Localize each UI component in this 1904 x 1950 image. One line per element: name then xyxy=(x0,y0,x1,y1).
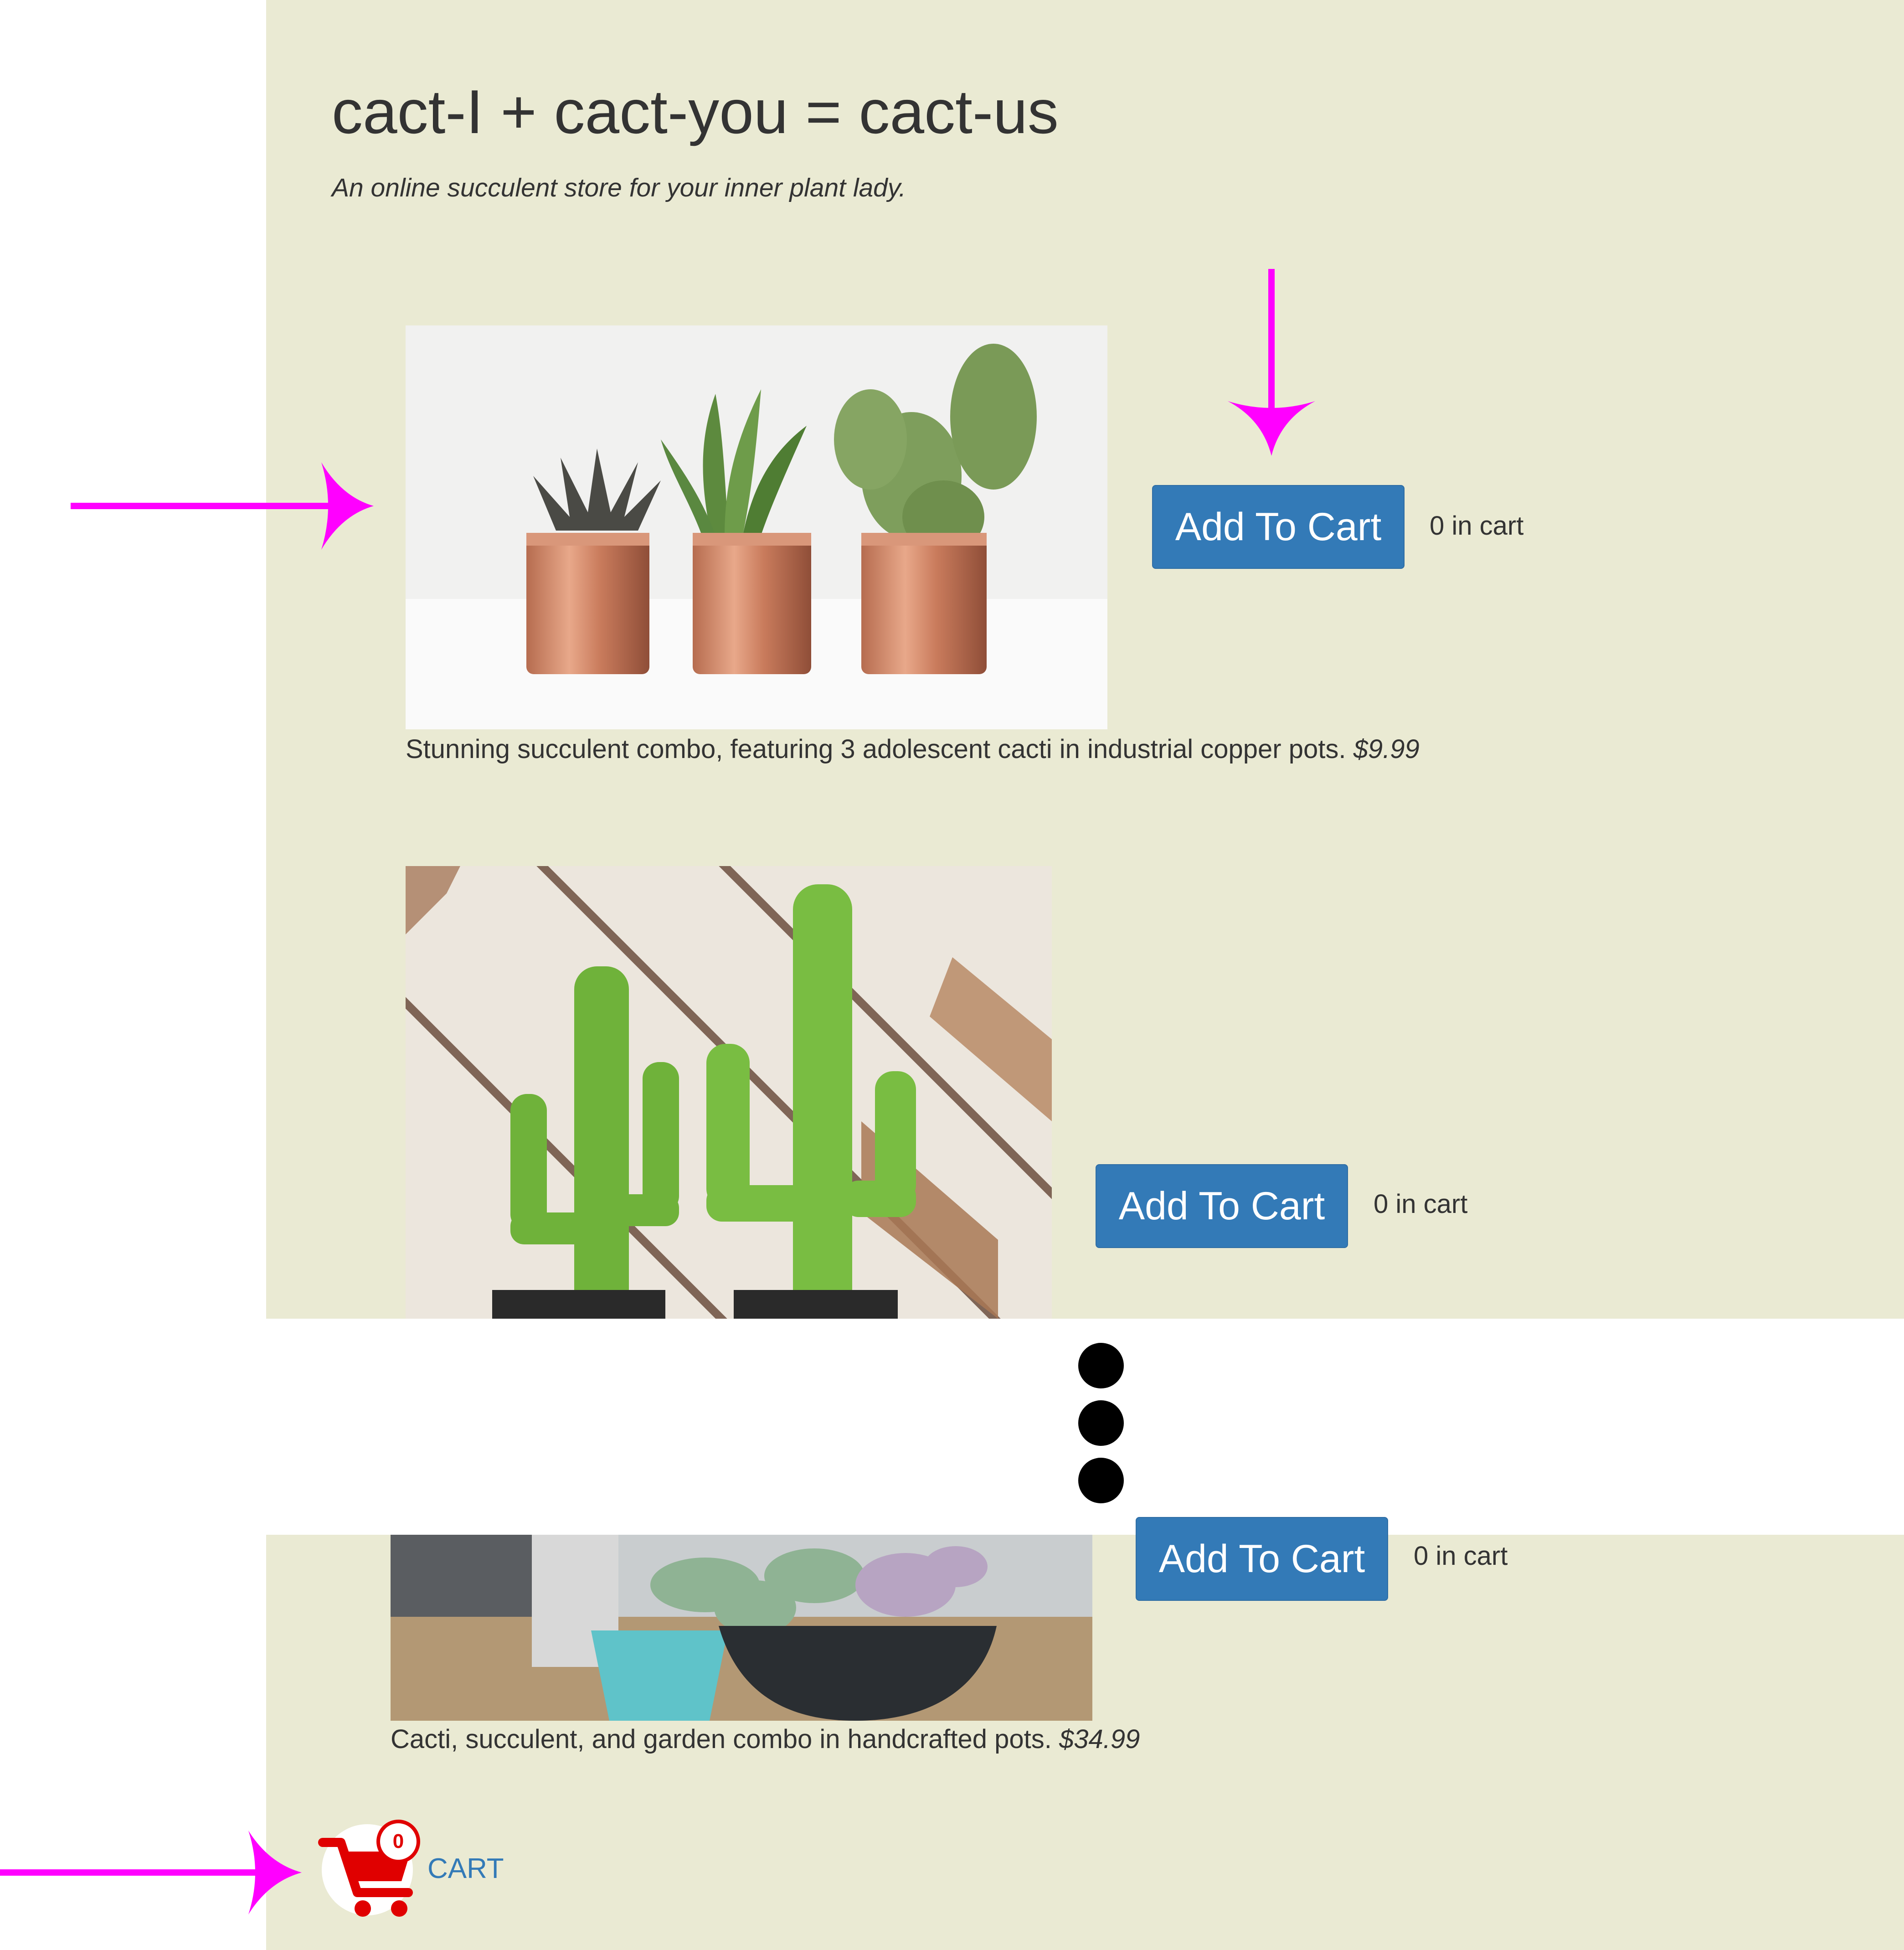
product-price: $34.99 xyxy=(1059,1724,1140,1754)
annotation-arrow-right xyxy=(0,1831,302,1914)
add-to-cart-button[interactable]: Add To Cart xyxy=(1096,1164,1348,1248)
add-to-cart-button[interactable]: Add To Cart xyxy=(1152,485,1405,569)
add-to-cart-button[interactable]: Add To Cart xyxy=(1136,1517,1388,1601)
ellipsis-dot xyxy=(1078,1343,1124,1388)
product-price: $9.99 xyxy=(1353,734,1420,764)
product-image-copper-cacti xyxy=(406,325,1107,729)
ellipsis-dot xyxy=(1078,1400,1124,1446)
product-caption: Stunning succulent combo, featuring 3 ad… xyxy=(406,731,1420,768)
page-title: cact-I + cact-you = cact-us xyxy=(332,77,1059,146)
product-description: Stunning succulent combo, featuring 3 ad… xyxy=(406,734,1346,764)
page-tagline: An online succulent store for your inner… xyxy=(332,173,906,202)
product-image-tall-cacti xyxy=(406,866,1052,1319)
cart-widget[interactable]: 0 xyxy=(317,1820,422,1920)
product-cart-count: 0 in cart xyxy=(1414,1541,1508,1571)
product-cart-count: 0 in cart xyxy=(1430,511,1524,541)
cart-badge: 0 xyxy=(376,1820,420,1863)
annotation-arrow-right xyxy=(71,462,374,550)
product-image-garden-combo xyxy=(391,1535,1092,1721)
product-cart-count: 0 in cart xyxy=(1374,1189,1468,1219)
ellipsis-dot xyxy=(1078,1458,1124,1503)
cart-link[interactable]: CART xyxy=(427,1851,504,1887)
product-description: Cacti, succulent, and garden combo in ha… xyxy=(391,1724,1052,1754)
annotation-arrow-down xyxy=(1228,269,1315,456)
product-caption: Cacti, succulent, and garden combo in ha… xyxy=(391,1721,1140,1758)
